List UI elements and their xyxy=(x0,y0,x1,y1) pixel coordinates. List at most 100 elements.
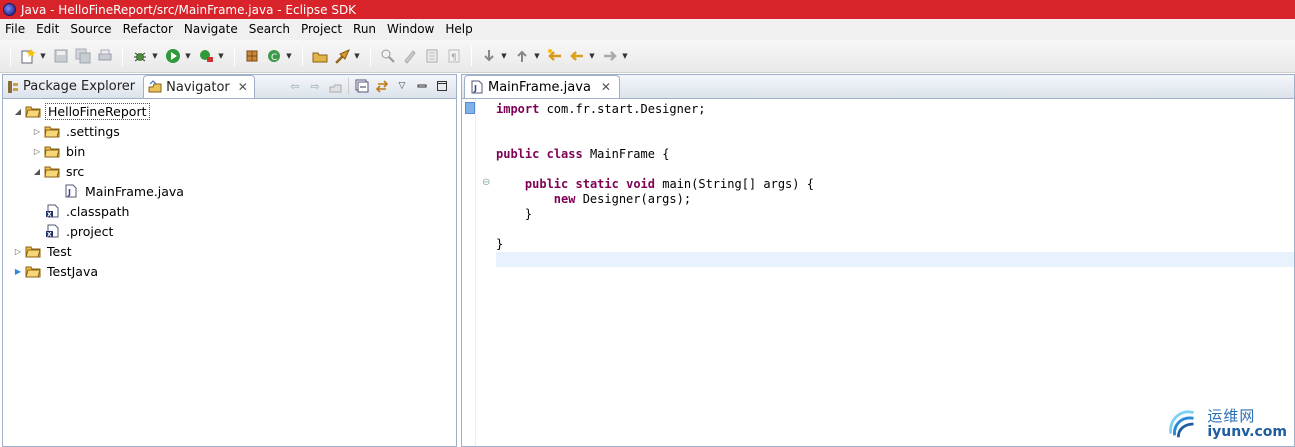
save-all-icon[interactable] xyxy=(74,47,92,65)
close-navigator-icon[interactable]: ✕ xyxy=(238,80,248,94)
menu-refactor[interactable]: Refactor xyxy=(118,19,179,40)
back-icon[interactable] xyxy=(568,47,586,65)
code-line[interactable]: import com.fr.start.Designer; xyxy=(496,102,1294,117)
last-edit-location-icon[interactable] xyxy=(546,47,564,65)
tab-mainframe-java[interactable]: J MainFrame.java ✕ xyxy=(464,75,620,98)
menu-window[interactable]: Window xyxy=(382,19,440,40)
code-line[interactable]: } xyxy=(496,207,1294,222)
menu-navigate[interactable]: Navigate xyxy=(179,19,244,40)
new-java-class-icon[interactable]: C xyxy=(265,47,283,65)
tree-node-file[interactable]: X .project xyxy=(3,221,456,241)
next-annotation-icon[interactable] xyxy=(480,47,498,65)
open-type-icon[interactable] xyxy=(311,47,329,65)
menu-search[interactable]: Search xyxy=(244,19,296,40)
code-line[interactable]: public class MainFrame { xyxy=(496,147,1294,162)
tree-node-folder[interactable]: ▷ bin xyxy=(3,141,456,161)
forward-nav-icon[interactable]: ⇨ xyxy=(306,78,324,94)
maximize-view-icon[interactable] xyxy=(433,78,451,94)
expand-toggle[interactable]: ▶ xyxy=(11,267,25,276)
save-icon[interactable] xyxy=(52,47,70,65)
menu-help[interactable]: Help xyxy=(440,19,478,40)
open-project-icon xyxy=(25,263,41,279)
external-tools-icon[interactable] xyxy=(197,47,215,65)
search-dropdown[interactable] xyxy=(353,47,361,65)
close-editor-icon[interactable]: ✕ xyxy=(601,80,611,94)
debug-dropdown[interactable] xyxy=(151,47,159,65)
expand-toggle[interactable]: ◢ xyxy=(30,167,44,176)
expand-toggle[interactable]: ▷ xyxy=(30,147,44,156)
fold-collapse-icon[interactable]: ⊖ xyxy=(482,177,490,188)
highlight-icon[interactable] xyxy=(401,47,419,65)
run-dropdown[interactable] xyxy=(184,47,192,65)
tree-node-project[interactable]: ▶ TestJava xyxy=(3,261,456,281)
navigator-icon xyxy=(148,80,162,94)
search-icon[interactable] xyxy=(333,47,351,65)
view-menu-icon[interactable]: ▽ xyxy=(393,78,411,94)
show-whitespace-icon[interactable]: ¶ xyxy=(445,47,463,65)
package-explorer-icon xyxy=(7,80,19,94)
tab-navigator[interactable]: Navigator ✕ xyxy=(143,75,255,98)
external-tools-dropdown[interactable] xyxy=(217,47,225,65)
menu-bar: File Edit Source Refactor Navigate Searc… xyxy=(0,19,1295,40)
tree-node-file[interactable]: X .classpath xyxy=(3,201,456,221)
code-line[interactable] xyxy=(496,252,1294,267)
code-keyword: import xyxy=(496,102,540,116)
menu-run[interactable]: Run xyxy=(348,19,382,40)
code-line[interactable] xyxy=(496,162,1294,177)
new-java-package-icon[interactable] xyxy=(243,47,261,65)
watermark-cn: 运维网 xyxy=(1207,407,1256,426)
watermark-logo-icon xyxy=(1169,410,1195,438)
back-nav-icon[interactable]: ⇦ xyxy=(286,78,304,94)
java-file-icon: J xyxy=(471,80,483,94)
collapse-all-icon[interactable] xyxy=(353,78,371,94)
import-marker-icon[interactable] xyxy=(465,102,475,114)
expand-toggle[interactable]: ▷ xyxy=(30,127,44,136)
menu-file[interactable]: File xyxy=(0,19,31,40)
previous-annotation-icon[interactable] xyxy=(513,47,531,65)
tree-node-folder[interactable]: ▷ .settings xyxy=(3,121,456,141)
debug-icon[interactable] xyxy=(131,47,149,65)
new-dropdown[interactable] xyxy=(39,47,47,65)
code-line[interactable]: } xyxy=(496,237,1294,252)
back-dropdown[interactable] xyxy=(588,47,596,65)
menu-project[interactable]: Project xyxy=(296,19,348,40)
forward-dropdown[interactable] xyxy=(621,47,629,65)
minimize-view-icon[interactable] xyxy=(413,78,431,94)
code-line[interactable] xyxy=(496,117,1294,132)
forward-icon[interactable] xyxy=(601,47,619,65)
next-annotation-dropdown[interactable] xyxy=(500,47,508,65)
tree-node-project[interactable]: ▷ Test xyxy=(3,241,456,261)
toggle-mark-occurrences-icon[interactable] xyxy=(379,47,397,65)
tree-node-folder[interactable]: ◢ src xyxy=(3,161,456,181)
window-title: Java - HelloFineReport/src/MainFrame.jav… xyxy=(21,2,357,17)
menu-edit[interactable]: Edit xyxy=(31,19,65,40)
code-area[interactable]: import com.fr.start.Designer; public clas… xyxy=(496,102,1294,267)
navigator-tree: ◢ HelloFineReport ▷ .settings ▷ bin ◢ sr… xyxy=(3,99,456,281)
code-line[interactable] xyxy=(496,132,1294,147)
block-selection-icon[interactable] xyxy=(423,47,441,65)
new-class-dropdown[interactable] xyxy=(285,47,293,65)
previous-annotation-dropdown[interactable] xyxy=(533,47,541,65)
tab-package-explorer[interactable]: Package Explorer xyxy=(3,75,141,98)
expand-toggle[interactable]: ◢ xyxy=(11,107,25,116)
svg-text:J: J xyxy=(67,188,71,197)
code-line[interactable]: public static void main(String[] args) { xyxy=(496,177,1294,192)
up-nav-icon[interactable] xyxy=(326,78,344,94)
code-line[interactable]: new Designer(args); xyxy=(496,192,1294,207)
toolbar-grip xyxy=(10,46,11,66)
tree-node-file[interactable]: J MainFrame.java xyxy=(3,181,456,201)
vertical-ruler[interactable] xyxy=(462,99,476,446)
expand-toggle[interactable]: ▷ xyxy=(11,247,25,256)
editor-body[interactable]: ⊖ import com.fr.start.Designer; public cl… xyxy=(462,99,1294,446)
code-text: com.fr.start.Designer; xyxy=(539,102,706,116)
tree-node-project[interactable]: ◢ HelloFineReport xyxy=(3,101,456,121)
svg-text:X: X xyxy=(47,212,52,219)
print-icon[interactable] xyxy=(96,47,114,65)
run-icon[interactable] xyxy=(164,47,182,65)
link-with-editor-icon[interactable] xyxy=(373,78,391,94)
new-wizard-icon[interactable] xyxy=(19,47,37,65)
menu-source[interactable]: Source xyxy=(65,19,117,40)
code-line[interactable] xyxy=(496,222,1294,237)
